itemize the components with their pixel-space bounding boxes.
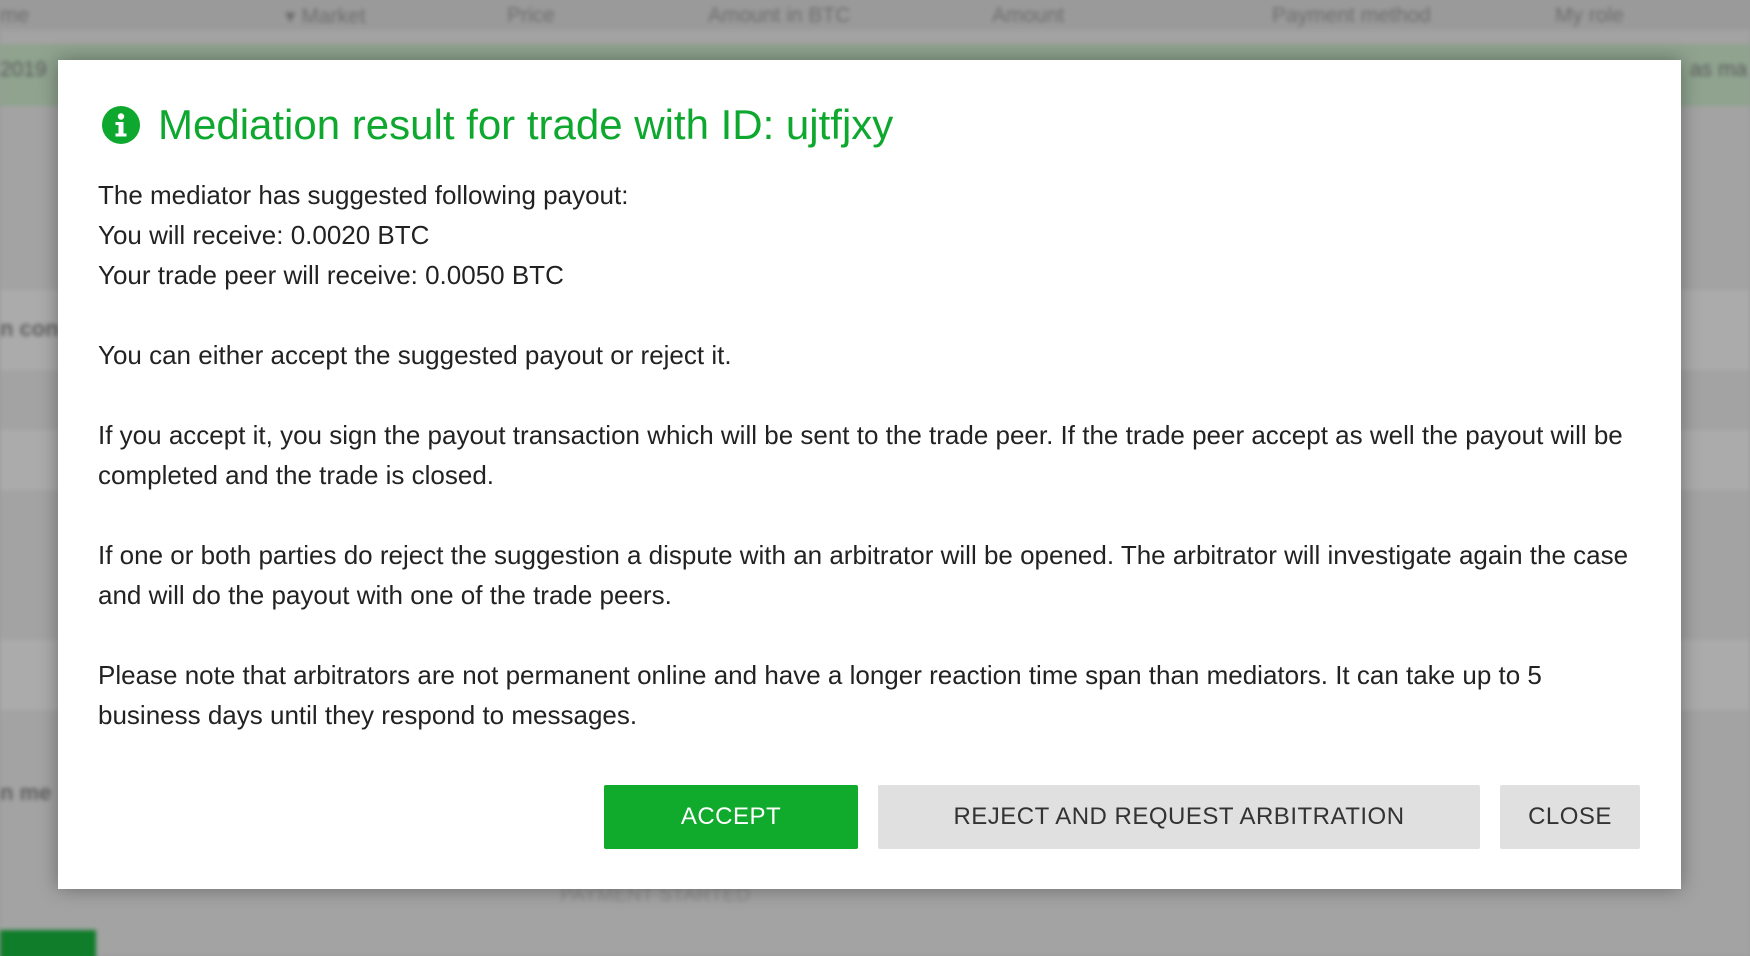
background-side-label: n me — [0, 780, 52, 805]
note-text: Please note that arbitrators are not per… — [98, 660, 1542, 730]
row-role: as ma — [1690, 58, 1748, 81]
row-date: 2019 — [0, 58, 47, 81]
background-side-label: n con — [0, 316, 59, 341]
peer-receive-text: Your trade peer will receive: 0.0050 BTC — [98, 260, 564, 290]
intro-text: The mediator has suggested following pay… — [98, 180, 629, 210]
reject-info-text: If one or both parties do reject the sug… — [98, 540, 1629, 610]
dialog-title-text: Mediation result for trade with ID: ujtf… — [158, 101, 894, 148]
dialog-body: The mediator has suggested following pay… — [98, 175, 1648, 735]
column-header-payment-method: Payment method — [1272, 4, 1431, 27]
choice-text: You can either accept the suggested payo… — [98, 340, 732, 370]
info-icon — [102, 106, 140, 144]
column-header-amount: Amount — [992, 4, 1065, 27]
column-header-amount-btc: Amount in BTC — [708, 4, 851, 27]
reject-and-request-arbitration-button[interactable]: REJECT AND REQUEST ARBITRATION — [878, 785, 1480, 849]
table-header: me ▾ Market Price Amount in BTC Amount P… — [0, 0, 1750, 30]
you-receive-text: You will receive: 0.0020 BTC — [98, 220, 430, 250]
column-header-my-role: My role — [1555, 4, 1624, 27]
mediation-result-dialog: Mediation result for trade with ID: ujtf… — [58, 60, 1681, 889]
background-green-button — [0, 930, 96, 956]
column-header-date: me — [0, 4, 30, 27]
accept-info-text: If you accept it, you sign the payout tr… — [98, 420, 1623, 490]
close-button[interactable]: CLOSE — [1500, 785, 1640, 849]
accept-button[interactable]: ACCEPT — [604, 785, 858, 849]
column-header-price: Price — [507, 4, 555, 27]
dialog-title: Mediation result for trade with ID: ujtf… — [102, 104, 893, 146]
column-header-market: ▾ Market — [285, 5, 366, 28]
